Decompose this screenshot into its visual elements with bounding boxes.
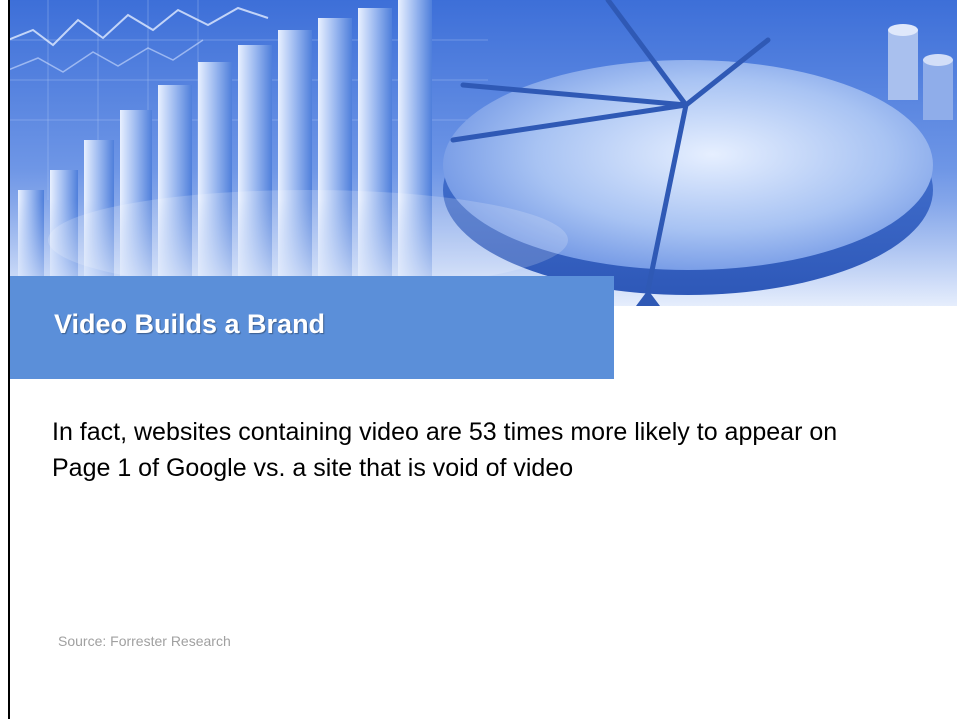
slide-border-left <box>8 0 10 719</box>
slide-body-text: In fact, websites containing video are 5… <box>52 418 838 482</box>
header-chart-image <box>8 0 957 306</box>
slide: Video Builds a Brand In fact, websites c… <box>8 0 957 719</box>
title-bar: Video Builds a Brand <box>8 276 614 379</box>
source-citation: Source: Forrester Research <box>58 633 231 649</box>
slide-title: Video Builds a Brand <box>54 309 326 339</box>
